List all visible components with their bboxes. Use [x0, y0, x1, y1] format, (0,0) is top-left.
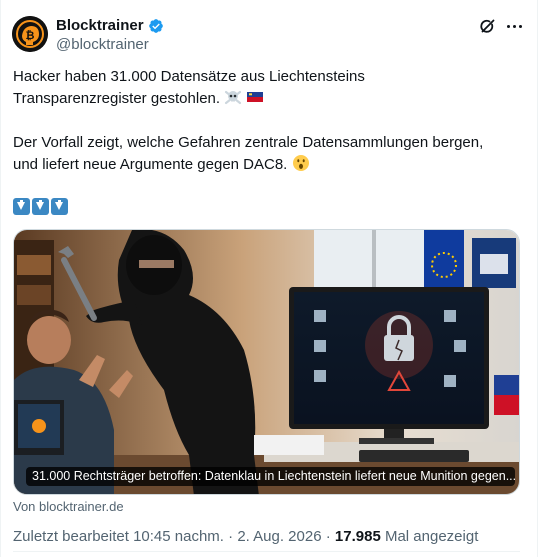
down-arrow-icon — [13, 198, 30, 215]
astonished-face-icon — [292, 155, 309, 171]
meta-separator: · — [321, 528, 335, 545]
more-options-icon[interactable] — [504, 16, 524, 36]
tweet-line-1: Hacker haben 31.000 Datensätze aus Liech… — [13, 68, 365, 85]
tweet-meta: Zuletzt bearbeitet 10:45 nachm. · 2. Aug… — [13, 528, 478, 545]
bitcoin-brain-logo-icon: ₿ — [12, 16, 48, 52]
avatar[interactable]: ₿ — [12, 16, 48, 52]
view-count: 17.985 — [334, 528, 381, 545]
link-card-image[interactable]: 31.000 Rechtsträger betroffen: Datenklau… — [13, 229, 520, 495]
divider — [13, 551, 520, 552]
tweet-line-3: Der Vorfall zeigt, welche Gefahren zentr… — [13, 134, 484, 151]
tweet-line-4: und liefert neue Argumente gegen DAC8. — [13, 156, 288, 173]
verified-badge-icon — [148, 18, 163, 33]
arrow-emojis — [13, 198, 518, 215]
tweet-line-2: Transparenzregister gestohlen. — [13, 90, 221, 107]
display-name[interactable]: Blocktrainer — [56, 17, 144, 34]
grok-icon[interactable] — [478, 16, 498, 36]
down-arrow-icon — [51, 198, 68, 215]
tweet-text: Hacker haben 31.000 Datensätze aus Liech… — [13, 66, 518, 215]
handle[interactable]: @blocktrainer — [56, 36, 149, 53]
edited-timestamp[interactable]: Zuletzt bearbeitet 10:45 nachm. — [13, 528, 224, 545]
tweet-card: ₿ Blocktrainer @blocktrainer Hacker habe… — [0, 0, 538, 557]
author-name-row[interactable]: Blocktrainer — [56, 17, 164, 34]
tweet-date[interactable]: 2. Aug. 2026 — [237, 528, 321, 545]
view-count-label: Mal angezeigt — [380, 528, 479, 545]
link-source[interactable]: Von blocktrainer.de — [13, 499, 124, 514]
hacker-illustration-image — [14, 230, 519, 494]
down-arrow-icon — [32, 198, 49, 215]
meta-separator: · — [223, 528, 238, 545]
skull-crossbones-icon — [225, 90, 242, 105]
link-card-title[interactable]: 31.000 Rechtsträger betroffen: Datenklau… — [26, 467, 515, 486]
liechtenstein-flag-icon — [247, 92, 264, 102]
svg-text:₿: ₿ — [26, 29, 35, 42]
